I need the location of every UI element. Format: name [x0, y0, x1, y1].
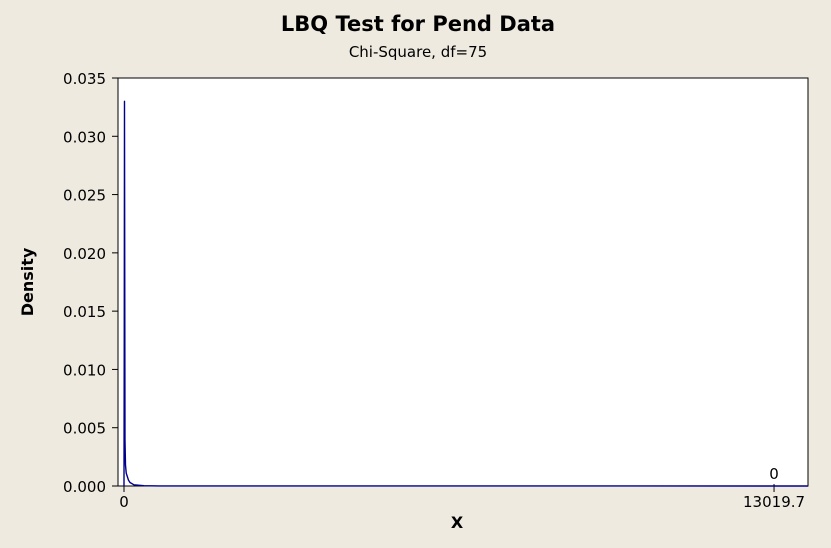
y-tick-label: 0.005: [63, 420, 106, 438]
y-axis-label: Density: [18, 247, 37, 316]
x-tick-label: 0: [119, 493, 129, 511]
y-tick-label: 0.010: [63, 361, 106, 379]
annotation-label: 0: [769, 465, 779, 483]
x-axis: 0 13019.7: [119, 486, 805, 511]
annotation-layer: 0: [769, 465, 779, 486]
y-tick-label: 0.015: [63, 303, 106, 321]
chart-subtitle: Chi-Square, df=75: [349, 43, 487, 61]
chart-title: LBQ Test for Pend Data: [281, 12, 555, 36]
y-tick-label: 0.000: [63, 478, 106, 496]
y-tick-label: 0.035: [63, 70, 106, 88]
y-tick-label: 0.020: [63, 245, 106, 263]
x-tick-label: 13019.7: [743, 493, 805, 511]
chart: LBQ Test for Pend Data Chi-Square, df=75…: [0, 0, 831, 544]
y-axis: 0.000 0.005 0.010 0.015 0.020 0.025 0.030 0.035: [63, 70, 118, 496]
y-tick-label: 0.030: [63, 128, 106, 146]
y-tick-label: 0.025: [63, 187, 106, 205]
plot-area: [117, 77, 809, 487]
chart-svg: LBQ Test for Pend Data Chi-Square, df=75…: [18, 12, 809, 532]
x-axis-label: X: [451, 513, 464, 532]
